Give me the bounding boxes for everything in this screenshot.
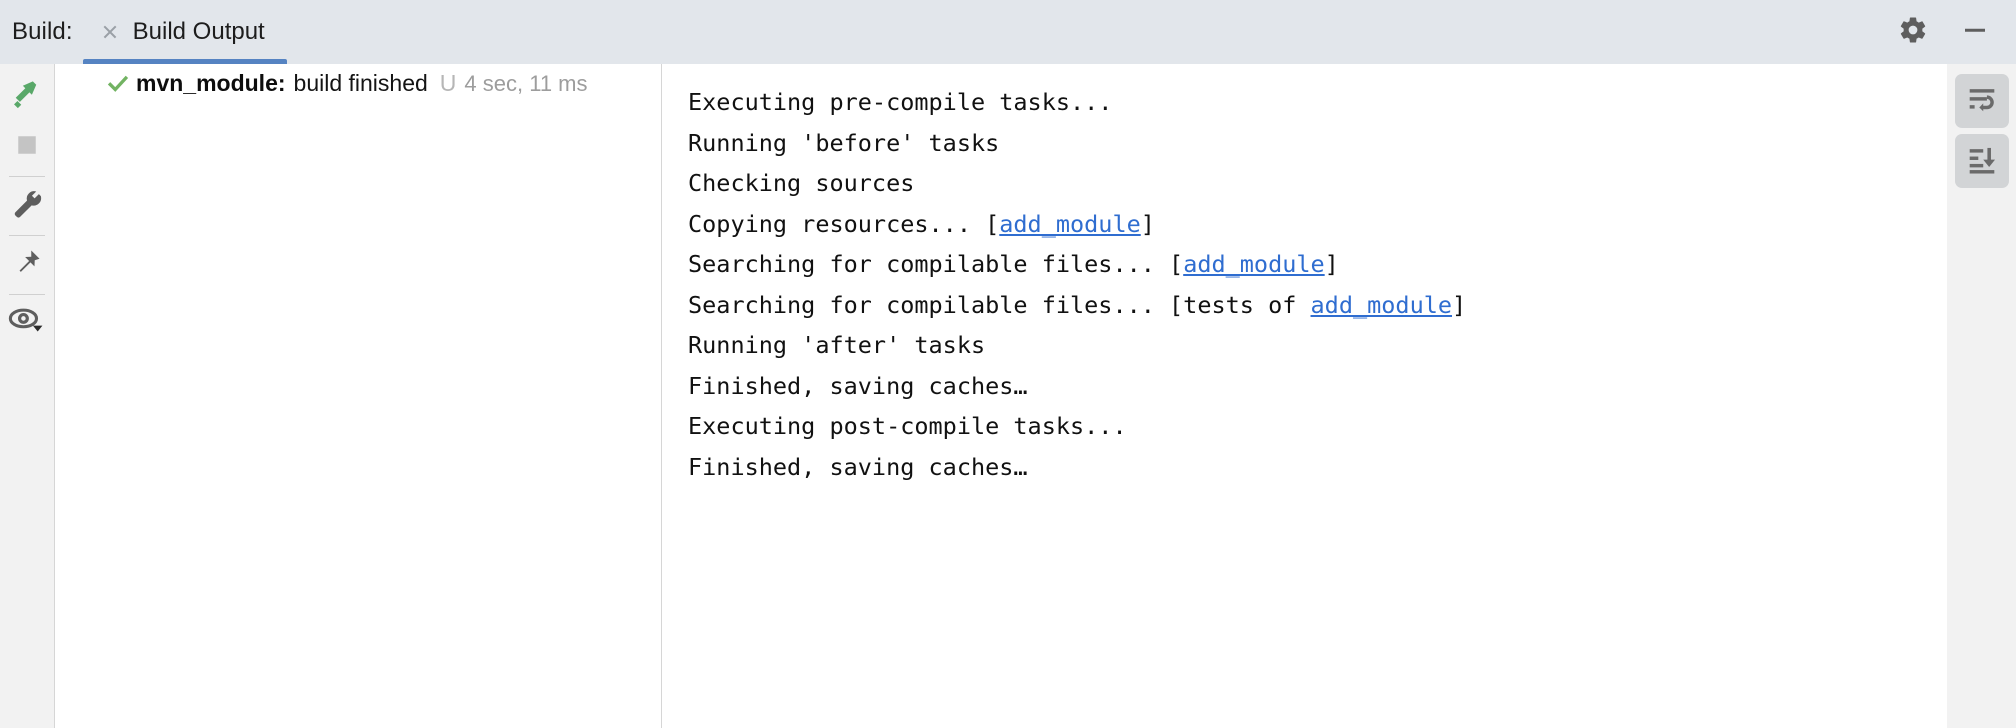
header-actions	[1882, 0, 2016, 64]
build-duration: 4 sec, 11 ms	[464, 70, 588, 96]
console-text: Running 'before' tasks	[688, 128, 1000, 157]
build-left-toolbar	[0, 64, 55, 728]
build-result-text: mvn_module: build finished U 4 sec, 11 m…	[136, 70, 588, 97]
scroll-to-end-button[interactable]	[1954, 134, 2009, 188]
pin-tab-button[interactable]	[3, 240, 51, 290]
toolbar-divider	[9, 235, 45, 236]
show-filters-button[interactable]	[3, 299, 51, 349]
tab-build-output[interactable]: Build Output	[82, 0, 287, 64]
console-line: Copying resources... [add_module]	[688, 204, 1947, 245]
console-text: ]	[1140, 209, 1155, 238]
console-text: ]	[1324, 250, 1339, 278]
build-duration-separator: U	[439, 69, 457, 96]
pin-icon	[11, 247, 43, 284]
build-tree-panel[interactable]: mvn_module: build finished U 4 sec, 11 m…	[55, 64, 662, 728]
console-text: Searching for compilable files... [tests…	[688, 290, 1311, 319]
toolbar-divider	[9, 176, 45, 177]
header-spacer	[287, 0, 1882, 64]
soft-wrap-icon	[1966, 83, 1998, 120]
stop-square-icon	[12, 130, 42, 165]
console-text: Executing post-compile tasks...	[688, 412, 1127, 440]
console-text: Executing pre-compile tasks...	[688, 88, 1113, 116]
build-result-row[interactable]: mvn_module: build finished U 4 sec, 11 m…	[55, 64, 661, 102]
scroll-to-end-icon	[1966, 143, 1998, 180]
console-line: Executing pre-compile tasks...	[688, 82, 1947, 123]
console-line: Running 'before' tasks	[688, 123, 1947, 164]
wrench-icon	[11, 188, 43, 225]
build-tool-window: Build: Build Output mvn_module: build fi…	[0, 0, 2016, 728]
toolbar-divider	[9, 294, 45, 295]
console-text: Copying resources... [	[688, 209, 1000, 238]
console-link[interactable]: add_module	[1183, 250, 1324, 278]
soft-wrap-button[interactable]	[1954, 74, 2009, 128]
console-text: Checking sources	[688, 169, 915, 197]
settings-button[interactable]	[1882, 0, 1944, 64]
console-line: Checking sources	[688, 163, 1947, 204]
build-console-output[interactable]: Executing pre-compile tasks... Running 'b…	[662, 64, 1947, 728]
close-icon[interactable]	[101, 23, 119, 41]
console-line: Searching for compilable files... [tests…	[688, 285, 1947, 326]
console-text: Finished, saving caches…	[688, 452, 1028, 481]
build-tool-header: Build: Build Output	[0, 0, 2016, 64]
tool-window-title: Build:	[12, 18, 73, 45]
console-text: Running 'after' tasks	[688, 331, 986, 359]
build-settings-button[interactable]	[3, 181, 51, 231]
stop-build-button[interactable]	[3, 122, 51, 172]
console-line: Finished, saving caches…	[688, 366, 1947, 407]
build-module-name: mvn_module:	[136, 69, 286, 96]
minimize-button[interactable]	[1944, 0, 2006, 64]
rerun-build-button[interactable]	[3, 72, 51, 122]
build-body: mvn_module: build finished U 4 sec, 11 m…	[0, 64, 2016, 728]
gear-icon	[1898, 15, 1928, 50]
console-link[interactable]: add_module	[999, 210, 1140, 238]
console-text: ]	[1452, 290, 1467, 319]
green-check-icon	[107, 73, 129, 93]
console-line: Searching for compilable files... [add_m…	[688, 244, 1947, 285]
console-line: Executing post-compile tasks...	[688, 406, 1947, 447]
hammer-icon	[10, 78, 44, 117]
minimize-icon	[1960, 15, 1990, 50]
console-text: Finished, saving caches…	[688, 371, 1028, 400]
console-text: Searching for compilable files... [	[688, 250, 1184, 278]
console-line: Running 'after' tasks	[688, 325, 1947, 366]
eye-icon	[8, 306, 46, 343]
build-status-text: build finished	[293, 69, 428, 96]
build-right-toolbar	[1947, 64, 2016, 728]
console-link[interactable]: add_module	[1311, 291, 1452, 319]
tab-label: Build Output	[132, 18, 265, 45]
console-line: Finished, saving caches…	[688, 447, 1947, 488]
